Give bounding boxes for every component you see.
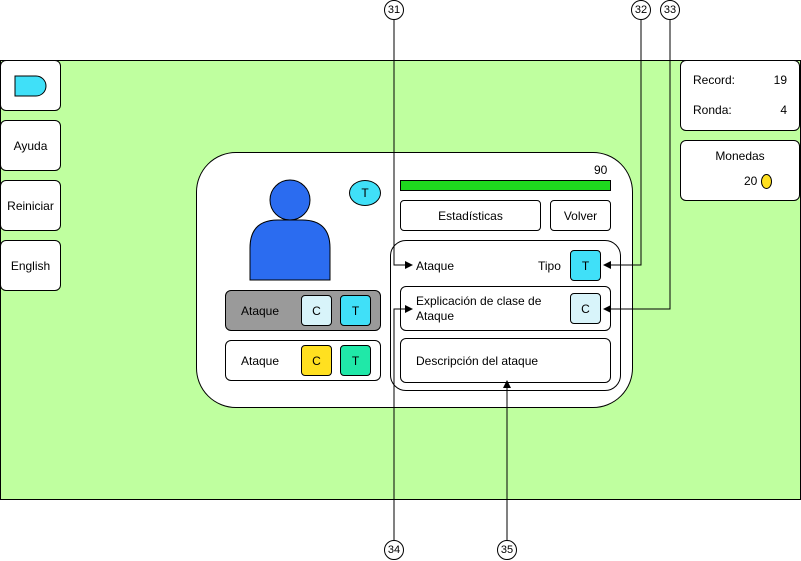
callout-35: 35	[497, 540, 517, 560]
callout-34-label: 34	[387, 544, 401, 556]
callout-33: 33	[660, 0, 680, 20]
callout-32: 32	[631, 0, 651, 20]
callout-connectors	[393, 20, 671, 540]
connector-33	[603, 20, 671, 313]
connector-31	[393, 20, 413, 269]
callout-34: 34	[384, 540, 404, 560]
connector-34	[393, 305, 413, 540]
callout-35-label: 35	[500, 544, 514, 556]
connector-32	[603, 20, 642, 269]
callout-31-label: 31	[387, 4, 401, 16]
callout-32-label: 32	[634, 4, 648, 16]
callout-33-label: 33	[663, 4, 677, 16]
callout-31: 31	[384, 0, 404, 20]
